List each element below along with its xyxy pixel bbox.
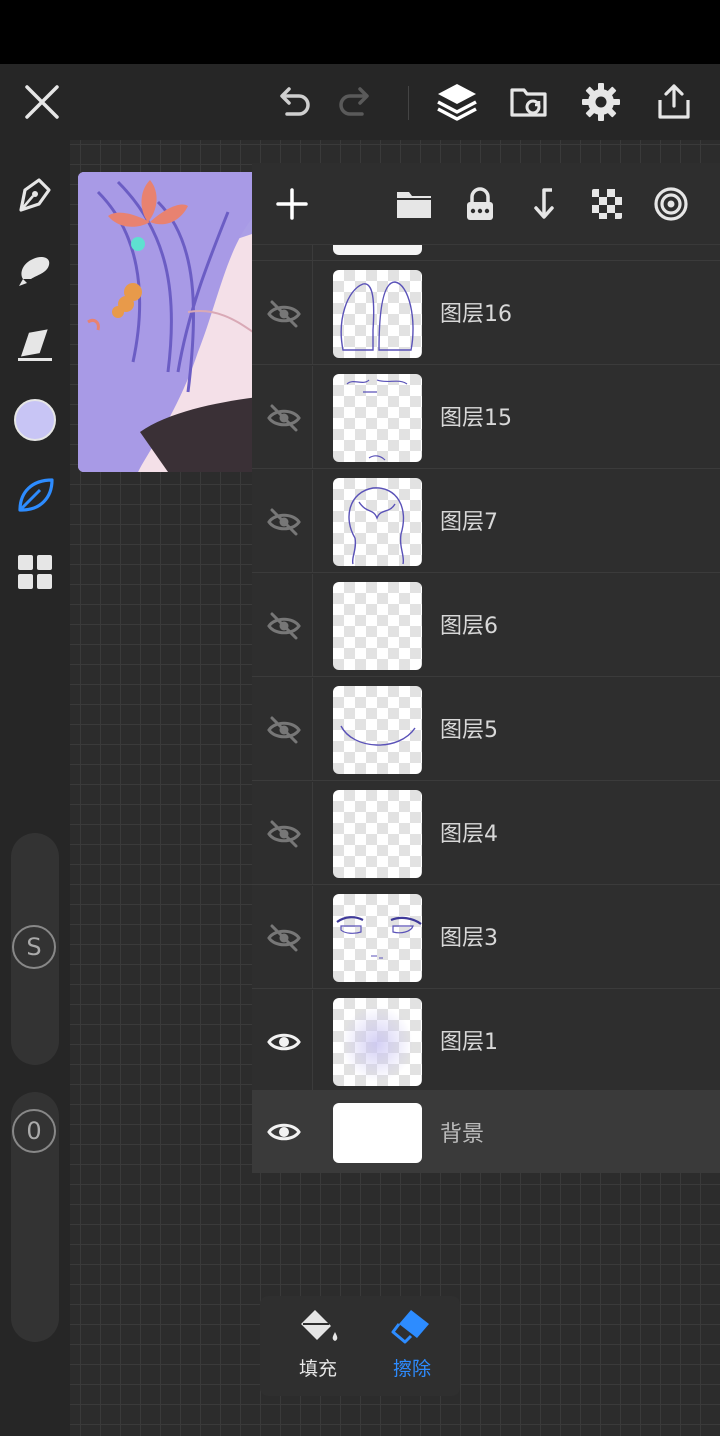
layers-icon[interactable] <box>427 64 487 140</box>
layer-row[interactable]: 图层16 <box>252 262 720 365</box>
gallery-icon[interactable] <box>499 64 559 140</box>
leaf-brush-icon[interactable] <box>0 463 70 527</box>
artwork-canvas[interactable] <box>78 172 258 472</box>
eraser-icon <box>391 1310 429 1344</box>
layer-thumbnail <box>333 478 422 566</box>
layer-thumbnail <box>333 374 422 462</box>
erase-button[interactable]: 擦除 <box>372 1306 452 1388</box>
status-bar <box>0 0 720 64</box>
undo-icon[interactable] <box>263 64 323 140</box>
eraser-icon[interactable] <box>0 313 70 377</box>
left-toolbar: S 0 <box>0 140 70 1436</box>
eye-hidden-icon[interactable] <box>260 914 308 962</box>
layer-thumbnail <box>333 686 422 774</box>
layer-row[interactable]: 图层15 <box>252 366 720 469</box>
layer-name: 图层3 <box>440 926 498 951</box>
layer-row[interactable]: 图层5 <box>252 678 720 781</box>
redo-icon[interactable] <box>326 64 386 140</box>
layer-row[interactable]: 图层7 <box>252 470 720 573</box>
fill-erase-popup: 填充 擦除 <box>260 1296 460 1396</box>
layer-name: 背景 <box>440 1122 485 1147</box>
pen-icon[interactable] <box>0 162 70 226</box>
row-divider <box>312 366 313 469</box>
eye-hidden-icon[interactable] <box>260 498 308 546</box>
paint-bucket-icon <box>301 1310 338 1341</box>
layer-thumbnail <box>333 270 422 358</box>
eye-hidden-icon[interactable] <box>260 810 308 858</box>
row-divider <box>312 574 313 677</box>
fill-button[interactable]: 填充 <box>278 1306 358 1388</box>
row-divider <box>312 470 313 573</box>
color-swatch[interactable] <box>0 388 70 452</box>
eye-hidden-icon[interactable] <box>260 290 308 338</box>
layer-thumbnail <box>333 1103 422 1163</box>
layer-name: 图层1 <box>440 1030 498 1055</box>
smudge-icon[interactable] <box>0 237 70 301</box>
layer-row-background[interactable]: 背景 <box>252 1090 720 1173</box>
layer-thumbnail <box>333 894 422 982</box>
layer-thumbnail <box>333 245 422 255</box>
eye-hidden-icon[interactable] <box>260 602 308 650</box>
lock-icon[interactable] <box>453 177 507 231</box>
eye-hidden-icon[interactable] <box>260 394 308 442</box>
target-icon[interactable] <box>644 177 698 231</box>
folder-icon[interactable] <box>387 177 441 231</box>
layer-thumbnail <box>333 790 422 878</box>
layer-thumbnail <box>333 582 422 670</box>
row-divider <box>312 262 313 365</box>
layer-name: 图层4 <box>440 822 498 847</box>
row-divider <box>312 782 313 885</box>
layer-name: 图层5 <box>440 718 498 743</box>
gear-icon[interactable] <box>571 64 631 140</box>
add-icon[interactable] <box>265 177 319 231</box>
opacity-slider[interactable]: 0 <box>11 1092 59 1342</box>
eye-visible-icon[interactable] <box>260 1108 308 1156</box>
grid-menu-icon[interactable] <box>0 540 70 604</box>
layer-name: 图层6 <box>440 614 498 639</box>
layer-name: 图层15 <box>440 406 512 431</box>
eye-visible-icon[interactable] <box>260 1018 308 1066</box>
checkerboard-icon[interactable] <box>580 177 634 231</box>
layer-thumbnail <box>333 998 422 1086</box>
row-divider <box>312 990 313 1093</box>
layer-row[interactable]: 图层4 <box>252 782 720 885</box>
opacity-knob[interactable]: 0 <box>12 1109 56 1153</box>
eye-hidden-icon[interactable] <box>260 706 308 754</box>
row-divider <box>312 678 313 781</box>
layer-row[interactable]: 图层6 <box>252 574 720 677</box>
layer-name: 图层16 <box>440 302 512 327</box>
toolbar-divider <box>408 86 409 120</box>
layer-row-partial[interactable] <box>252 245 720 348</box>
share-icon[interactable] <box>644 64 704 140</box>
erase-label: 擦除 <box>392 1358 431 1380</box>
fill-label: 填充 <box>298 1358 337 1380</box>
merge-down-icon[interactable] <box>516 177 570 231</box>
top-toolbar <box>0 64 720 140</box>
layer-panel-header <box>252 163 720 245</box>
close-icon[interactable] <box>12 64 72 140</box>
row-divider <box>312 886 313 989</box>
brush-size-knob[interactable]: S <box>12 925 56 969</box>
brush-size-slider[interactable]: S <box>11 833 59 1065</box>
layer-row[interactable]: 图层1 <box>252 990 720 1093</box>
layer-panel: 图层16 图层15 图层7 图层6 图层5 图层4 图层3 图层1 背景 <box>252 163 720 1173</box>
layer-name: 图层7 <box>440 510 498 535</box>
layer-row[interactable]: 图层3 <box>252 886 720 989</box>
